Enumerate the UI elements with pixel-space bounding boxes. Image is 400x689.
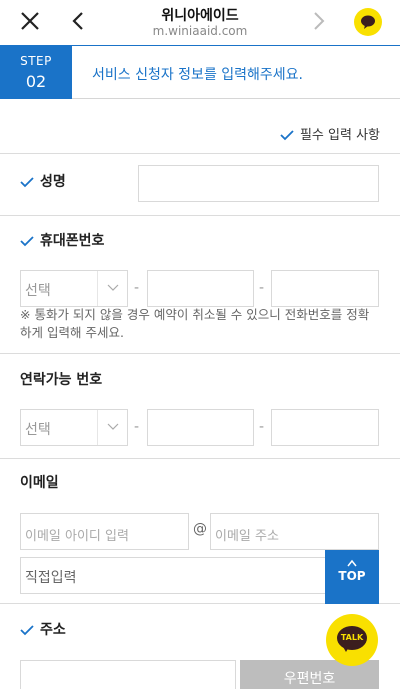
name-label: 성명 — [20, 171, 66, 191]
email-id-placeholder: 이메일 아이디 입력 — [25, 529, 129, 544]
checkmark-icon — [20, 625, 34, 636]
contact-label: 연락가능 번호 — [20, 372, 103, 388]
scroll-top-button[interactable]: TOP — [325, 550, 379, 604]
email-domain-select-value: 직접입력 — [25, 570, 77, 586]
at-sign: @ — [193, 521, 207, 537]
step-banner: STEP 02 서비스 신청자 정보를 입력해주세요. — [0, 45, 400, 99]
mobile-middle-input[interactable] — [147, 270, 254, 307]
address-label: 주소 — [20, 619, 66, 639]
required-note: 필수 입력 사항 — [280, 124, 380, 143]
scroll-top-label: TOP — [338, 569, 366, 583]
mobile-prefix-select[interactable]: 선택 — [20, 270, 128, 307]
browser-toolbar: 위니아에이드 m.winiaaid.com — [0, 0, 400, 45]
mobile-note: ※ 통화가 되지 않을 경우 예약이 취소될 수 있으니 전화번호를 정확하게 … — [20, 307, 370, 340]
page-url: m.winiaaid.com — [152, 24, 248, 38]
forward-arrow-icon[interactable] — [308, 10, 328, 32]
step-number: 02 — [25, 72, 47, 91]
divider — [0, 458, 400, 459]
chevron-down-icon — [107, 423, 119, 430]
contact-middle-input[interactable] — [147, 409, 254, 446]
checkmark-icon — [280, 130, 294, 141]
checkmark-icon — [20, 177, 34, 188]
caret-up-icon — [347, 559, 357, 567]
email-domain-input[interactable]: 이메일 주소 — [210, 513, 379, 550]
step-message: 서비스 신청자 정보를 입력해주세요. — [92, 67, 303, 83]
page-title: 위니아에이드 — [161, 8, 239, 24]
mobile-label: 휴대폰번호 — [20, 230, 104, 250]
name-label-text: 성명 — [40, 174, 66, 190]
contact-last-input[interactable] — [271, 409, 379, 446]
contact-prefix-select[interactable]: 선택 — [20, 409, 128, 446]
separator: - — [134, 419, 140, 435]
mobile-label-text: 휴대폰번호 — [40, 233, 105, 249]
mobile-prefix-value: 선택 — [25, 283, 51, 299]
separator: - — [259, 419, 265, 435]
email-domain-placeholder: 이메일 주소 — [215, 529, 279, 544]
name-input[interactable] — [138, 165, 379, 202]
email-id-input[interactable]: 이메일 아이디 입력 — [20, 513, 189, 550]
chevron-down-icon — [107, 284, 119, 291]
talk-label: TALK — [340, 633, 364, 642]
step-label: STEP — [20, 54, 52, 68]
divider — [0, 215, 400, 216]
postal-code-input[interactable] — [20, 660, 236, 689]
divider — [0, 153, 400, 154]
required-note-text: 필수 입력 사항 — [299, 128, 380, 143]
step-badge: STEP 02 — [0, 46, 72, 99]
separator: - — [259, 280, 265, 296]
kakao-talk-button[interactable]: TALK — [326, 614, 378, 666]
kakao-chat-button[interactable] — [354, 8, 382, 36]
checkmark-icon — [20, 236, 34, 247]
chat-bubble-icon — [361, 15, 375, 29]
contact-prefix-value: 선택 — [25, 422, 51, 438]
separator: - — [134, 280, 140, 296]
divider — [0, 353, 400, 354]
email-domain-select[interactable]: 직접입력 — [20, 557, 350, 594]
email-label: 이메일 — [20, 475, 59, 491]
address-label-text: 주소 — [40, 622, 66, 638]
mobile-last-input[interactable] — [271, 270, 379, 307]
